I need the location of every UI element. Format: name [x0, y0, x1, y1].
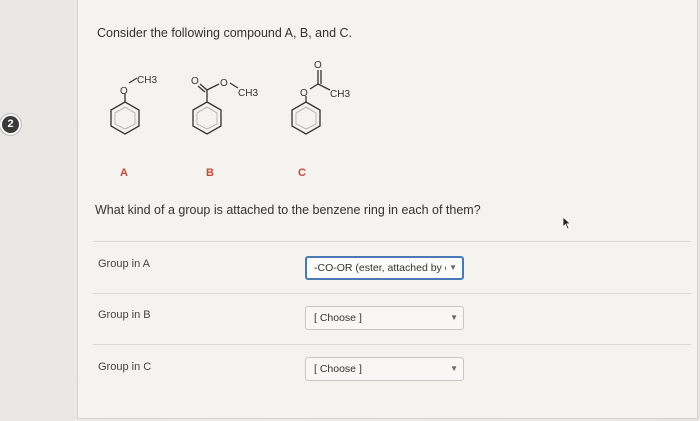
group-b-select[interactable]: [ Choose ] ▼ — [305, 306, 464, 330]
structures-svg: O CH3 O O CH3 O O CH3 — [110, 60, 350, 135]
chevron-down-icon: ▼ — [449, 263, 457, 272]
group-a-select-value: -CO-OR (ester, attached by ca — [314, 262, 446, 274]
group-b-select-value: [ Choose ] — [314, 312, 362, 324]
atom-a-oxygen: O — [120, 86, 128, 97]
row-divider — [93, 344, 691, 345]
compound-label-a: A — [120, 167, 128, 179]
group-c-select-value: [ Choose ] — [314, 363, 362, 375]
row-label-b: Group in B — [98, 309, 151, 321]
group-c-select[interactable]: [ Choose ] ▼ — [305, 357, 464, 381]
group-a-select[interactable]: -CO-OR (ester, attached by ca ▼ — [305, 256, 464, 280]
question-number-badge: 2 — [2, 116, 19, 133]
atom-c-ether-oxygen: O — [300, 88, 308, 99]
row-divider — [93, 241, 691, 242]
atom-b-ether-oxygen: O — [220, 78, 228, 89]
compound-label-b: B — [206, 167, 214, 179]
chevron-down-icon: ▼ — [450, 313, 458, 322]
atom-b-carbonyl-oxygen: O — [191, 76, 199, 87]
structure-c — [291, 70, 331, 135]
question-prompt: Consider the following compound A, B, an… — [97, 26, 353, 40]
chevron-down-icon: ▼ — [450, 364, 458, 373]
atom-a-methyl: CH3 — [137, 75, 157, 86]
structure-b — [192, 82, 239, 135]
atom-c-methyl: CH3 — [330, 89, 350, 100]
row-divider — [93, 293, 691, 294]
row-label-a: Group in A — [98, 258, 150, 270]
cursor-arrow-icon — [562, 216, 572, 235]
subquestion-text: What kind of a group is attached to the … — [95, 203, 481, 217]
question-card: Consider the following compound A, B, an… — [77, 0, 698, 419]
compound-label-c: C — [298, 167, 306, 179]
row-label-c: Group in C — [98, 361, 152, 373]
atom-c-carbonyl-oxygen: O — [314, 60, 322, 71]
atom-b-methyl: CH3 — [238, 88, 258, 99]
chemical-structures: O CH3 O O CH3 O O CH3 — [78, 40, 478, 190]
